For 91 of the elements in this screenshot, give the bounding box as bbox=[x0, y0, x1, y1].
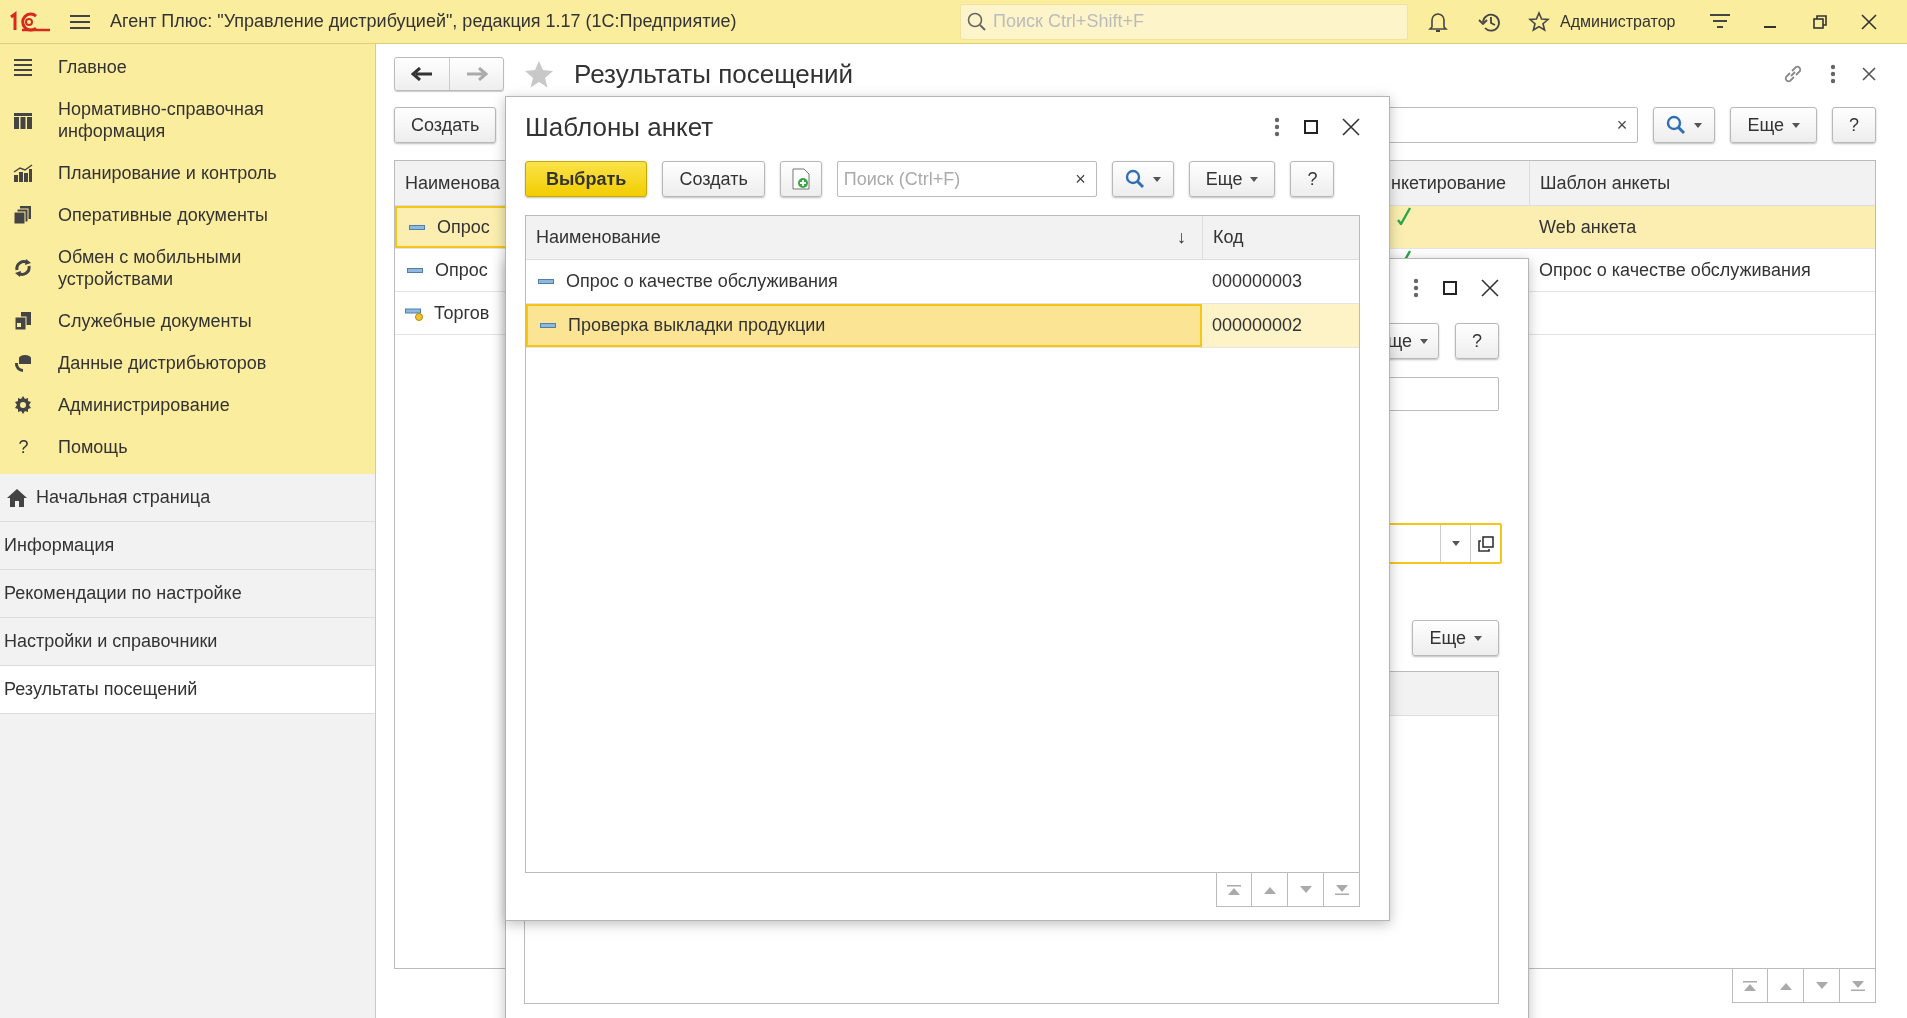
database-icon bbox=[13, 352, 34, 374]
table-cell[interactable]: Проверка выкладки продукции bbox=[526, 304, 1202, 347]
item-dot-icon bbox=[405, 305, 424, 321]
more-button[interactable]: Еще bbox=[1188, 161, 1276, 197]
menu-icon[interactable] bbox=[70, 13, 90, 30]
table-cell[interactable]: 000000002 bbox=[1202, 304, 1359, 347]
bell-icon[interactable] bbox=[1428, 10, 1448, 33]
item-icon bbox=[540, 323, 556, 328]
search-button[interactable] bbox=[1653, 107, 1716, 143]
left-arrow-icon bbox=[411, 67, 433, 81]
create-button[interactable]: Создать bbox=[394, 107, 497, 143]
sidebar-item[interactable]: Обмен с мобильными устройствами bbox=[0, 236, 375, 300]
check-icon bbox=[1396, 207, 1412, 225]
down-triangle-icon bbox=[1813, 980, 1830, 991]
more-options-icon[interactable] bbox=[1274, 117, 1280, 137]
search-field[interactable]: Поиск Ctrl+Shift+F bbox=[960, 3, 1408, 40]
caret-icon bbox=[1694, 122, 1703, 128]
table-cell[interactable]: 000000003 bbox=[1202, 260, 1359, 303]
sync-icon bbox=[13, 257, 34, 279]
sidebar-item[interactable]: Данные дистрибьюторов bbox=[0, 342, 375, 384]
clear-button[interactable]: × bbox=[1606, 114, 1638, 136]
close-icon[interactable] bbox=[1342, 118, 1360, 136]
caret-icon bbox=[1792, 122, 1800, 128]
more-button[interactable]: Еще bbox=[1412, 620, 1499, 656]
table-cell-text: Опрос о качестве обслуживания bbox=[1538, 258, 1812, 282]
item-icon bbox=[538, 279, 554, 284]
caret-icon bbox=[1420, 338, 1428, 344]
caret-icon bbox=[1152, 176, 1161, 182]
column-header[interactable]: Код bbox=[1202, 216, 1359, 259]
sort-indicator: ↓ bbox=[1177, 227, 1186, 248]
sidebar-item[interactable]: Главное bbox=[0, 46, 375, 88]
close-icon[interactable] bbox=[1481, 279, 1499, 297]
create-button[interactable]: Создать bbox=[662, 161, 765, 197]
caret-icon bbox=[1250, 176, 1259, 182]
first-triangle-icon bbox=[1226, 884, 1242, 895]
window-title: Результаты посещений bbox=[574, 58, 854, 90]
help-button[interactable]: ? bbox=[1290, 161, 1335, 197]
table-cell-text: Web анкета bbox=[1538, 215, 1638, 239]
last-triangle-icon bbox=[1849, 980, 1866, 991]
add-document-icon bbox=[790, 168, 811, 190]
documents-icon bbox=[13, 310, 34, 332]
home-icon bbox=[6, 487, 28, 508]
search-icon bbox=[1124, 169, 1145, 189]
maximize-icon[interactable] bbox=[1304, 120, 1318, 134]
help-icon: ? bbox=[13, 436, 34, 458]
sidebar-item[interactable]: Нормативно-справочная информация bbox=[0, 88, 375, 152]
sidebar-item[interactable]: Администрирование bbox=[0, 384, 375, 426]
more-options-icon[interactable] bbox=[1830, 64, 1836, 84]
select-button[interactable]: Выбрать bbox=[525, 161, 648, 197]
link-icon[interactable] bbox=[1782, 63, 1804, 85]
search-button[interactable] bbox=[1111, 161, 1174, 197]
table-cell[interactable]: Опрос о качестве обслуживания bbox=[526, 260, 1202, 303]
clear-button[interactable]: × bbox=[1065, 168, 1096, 190]
gear-icon bbox=[13, 394, 34, 416]
user-name[interactable]: Администратор bbox=[1560, 12, 1676, 31]
help-button[interactable]: ? bbox=[1455, 323, 1499, 359]
sidebar-item[interactable]: ? Помощь bbox=[0, 426, 375, 468]
close-icon[interactable] bbox=[1862, 67, 1876, 81]
dialog-title: Шаблоны анкет bbox=[525, 111, 715, 143]
logo-icon bbox=[8, 9, 52, 34]
open-window-item[interactable]: Результаты посещений bbox=[0, 666, 375, 714]
restore-icon[interactable] bbox=[1813, 14, 1828, 29]
search-icon bbox=[967, 11, 987, 32]
search-icon bbox=[1666, 115, 1687, 135]
maximize-icon[interactable] bbox=[1443, 281, 1457, 295]
documents-icon bbox=[13, 204, 34, 226]
right-arrow-icon bbox=[465, 67, 488, 81]
column-header[interactable]: Шаблон анкеты bbox=[1529, 161, 1875, 205]
sidebar-item[interactable]: Планирование и контроль bbox=[0, 152, 375, 194]
star-icon[interactable] bbox=[524, 60, 554, 88]
more-button[interactable]: Еще bbox=[1730, 107, 1817, 143]
item-icon bbox=[407, 267, 423, 273]
last-triangle-icon bbox=[1333, 884, 1350, 895]
chart-icon bbox=[13, 162, 34, 184]
caret-icon bbox=[1474, 635, 1482, 641]
close-icon[interactable] bbox=[1861, 13, 1878, 30]
first-triangle-icon bbox=[1742, 980, 1758, 991]
open-window-icon bbox=[1477, 535, 1494, 552]
app-title: Агент Плюс: "Управление дистрибуцией", редакция 1.17 (1С:Предприятие) bbox=[110, 11, 738, 32]
search-field[interactable]: Поиск (Ctrl+F) × bbox=[836, 161, 1097, 197]
caret-icon bbox=[1451, 541, 1460, 546]
sidebar-item[interactable]: Оперативные документы bbox=[0, 194, 375, 236]
add-document-button[interactable] bbox=[779, 161, 822, 197]
help-button[interactable]: ? bbox=[1832, 107, 1876, 143]
sidebar-item[interactable]: Служебные документы bbox=[0, 300, 375, 342]
star-icon[interactable] bbox=[1528, 10, 1550, 33]
menu-icon bbox=[13, 56, 34, 78]
more-options-icon[interactable] bbox=[1413, 278, 1419, 298]
down-triangle-icon bbox=[1297, 884, 1314, 895]
filter-icon[interactable] bbox=[1709, 12, 1732, 31]
item-icon bbox=[409, 224, 425, 230]
